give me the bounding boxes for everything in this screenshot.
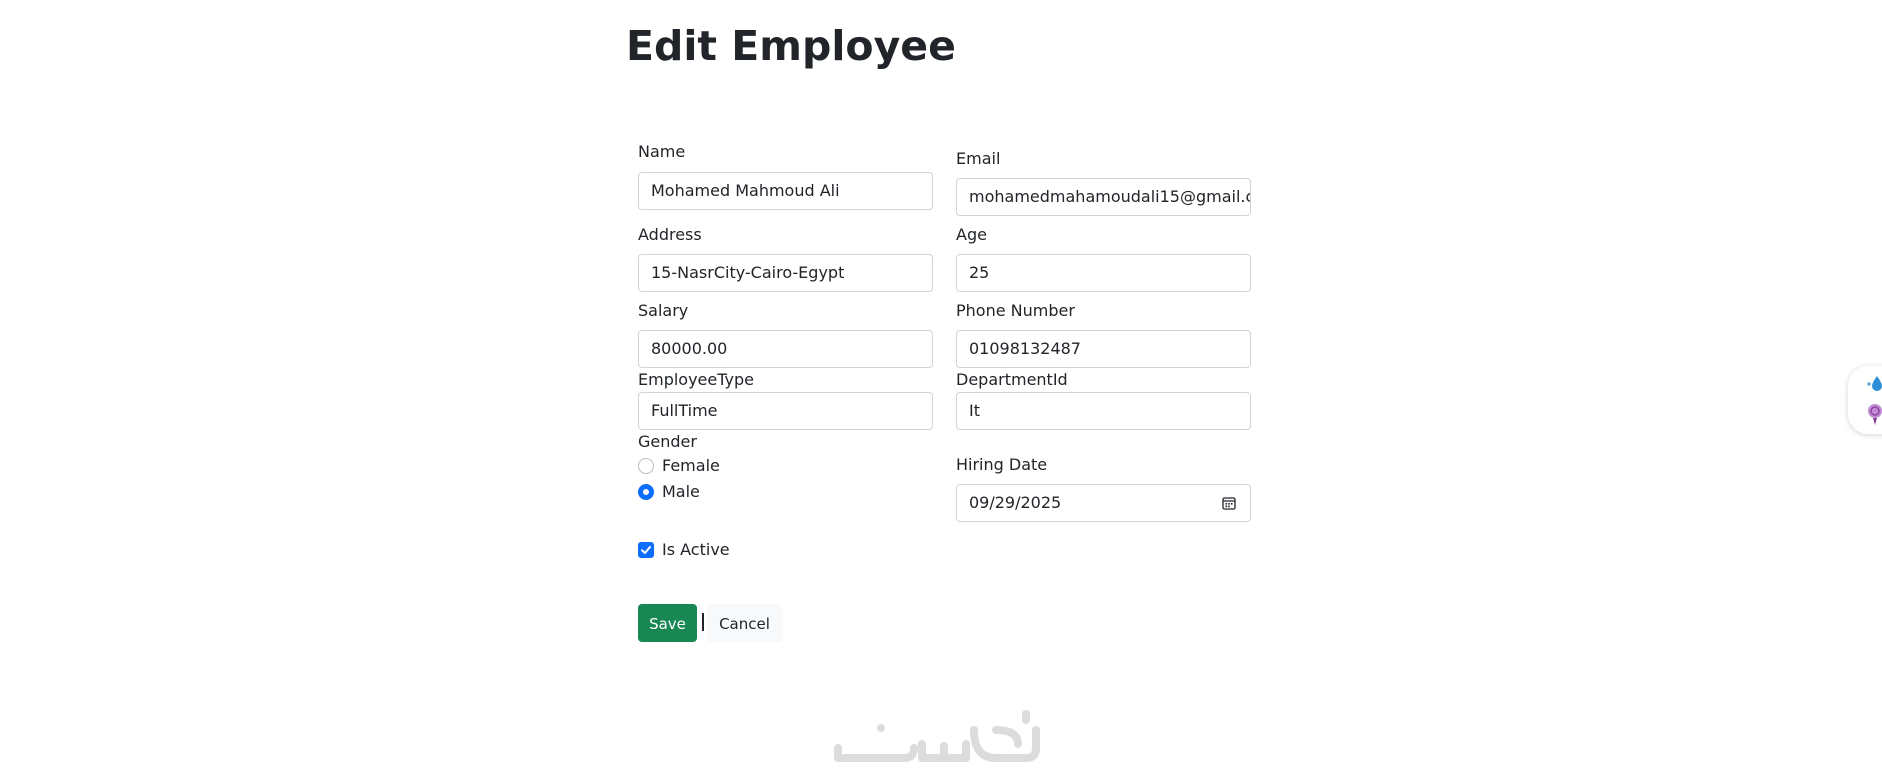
save-button[interactable]: Save	[638, 604, 697, 642]
brain-icon[interactable]	[1866, 402, 1882, 426]
gender-female-label: Female	[662, 456, 720, 475]
department-select[interactable]: It	[956, 392, 1251, 430]
is-active-label: Is Active	[662, 540, 730, 559]
phone-input[interactable]: 01098132487	[956, 330, 1251, 368]
hiring-date-value: 09/29/2025	[969, 493, 1062, 512]
gender-male-label: Male	[662, 482, 700, 501]
page-title: Edit Employee	[626, 22, 956, 70]
age-label: Age	[956, 225, 987, 244]
address-label: Address	[638, 225, 702, 244]
gender-label: Gender	[638, 432, 697, 451]
salary-input[interactable]: 80000.00	[638, 330, 933, 368]
hiring-date-input[interactable]: 09/29/2025	[956, 484, 1251, 522]
cancel-button[interactable]: Cancel	[707, 604, 782, 642]
employee-type-label: EmployeeType	[638, 370, 754, 389]
gender-female-radio[interactable]	[638, 458, 654, 474]
email-label: Email	[956, 149, 1001, 168]
is-active-checkbox[interactable]	[638, 542, 654, 558]
name-label: Name	[638, 142, 686, 161]
khamsat-watermark-logo	[834, 710, 1040, 762]
department-label: DepartmentId	[956, 370, 1068, 389]
page: Edit Employee Name Mohamed Mahmoud Ali E…	[0, 0, 1882, 780]
employee-type-select[interactable]: FullTime	[638, 392, 933, 430]
gender-male-radio[interactable]	[638, 484, 654, 500]
salary-label: Salary	[638, 301, 689, 320]
phone-label: Phone Number	[956, 301, 1075, 320]
address-input[interactable]: 15-NasrCity-Cairo-Egypt	[638, 254, 933, 292]
name-input[interactable]: Mohamed Mahmoud Ali	[638, 172, 933, 210]
button-separator	[702, 613, 704, 631]
check-icon	[641, 546, 651, 554]
email-input[interactable]: mohamedmahamoudali15@gmail.com	[956, 178, 1251, 216]
calendar-icon[interactable]	[1222, 496, 1236, 510]
age-input[interactable]: 25	[956, 254, 1251, 292]
hiring-date-label: Hiring Date	[956, 455, 1048, 474]
water-drop-icon[interactable]	[1866, 374, 1882, 394]
